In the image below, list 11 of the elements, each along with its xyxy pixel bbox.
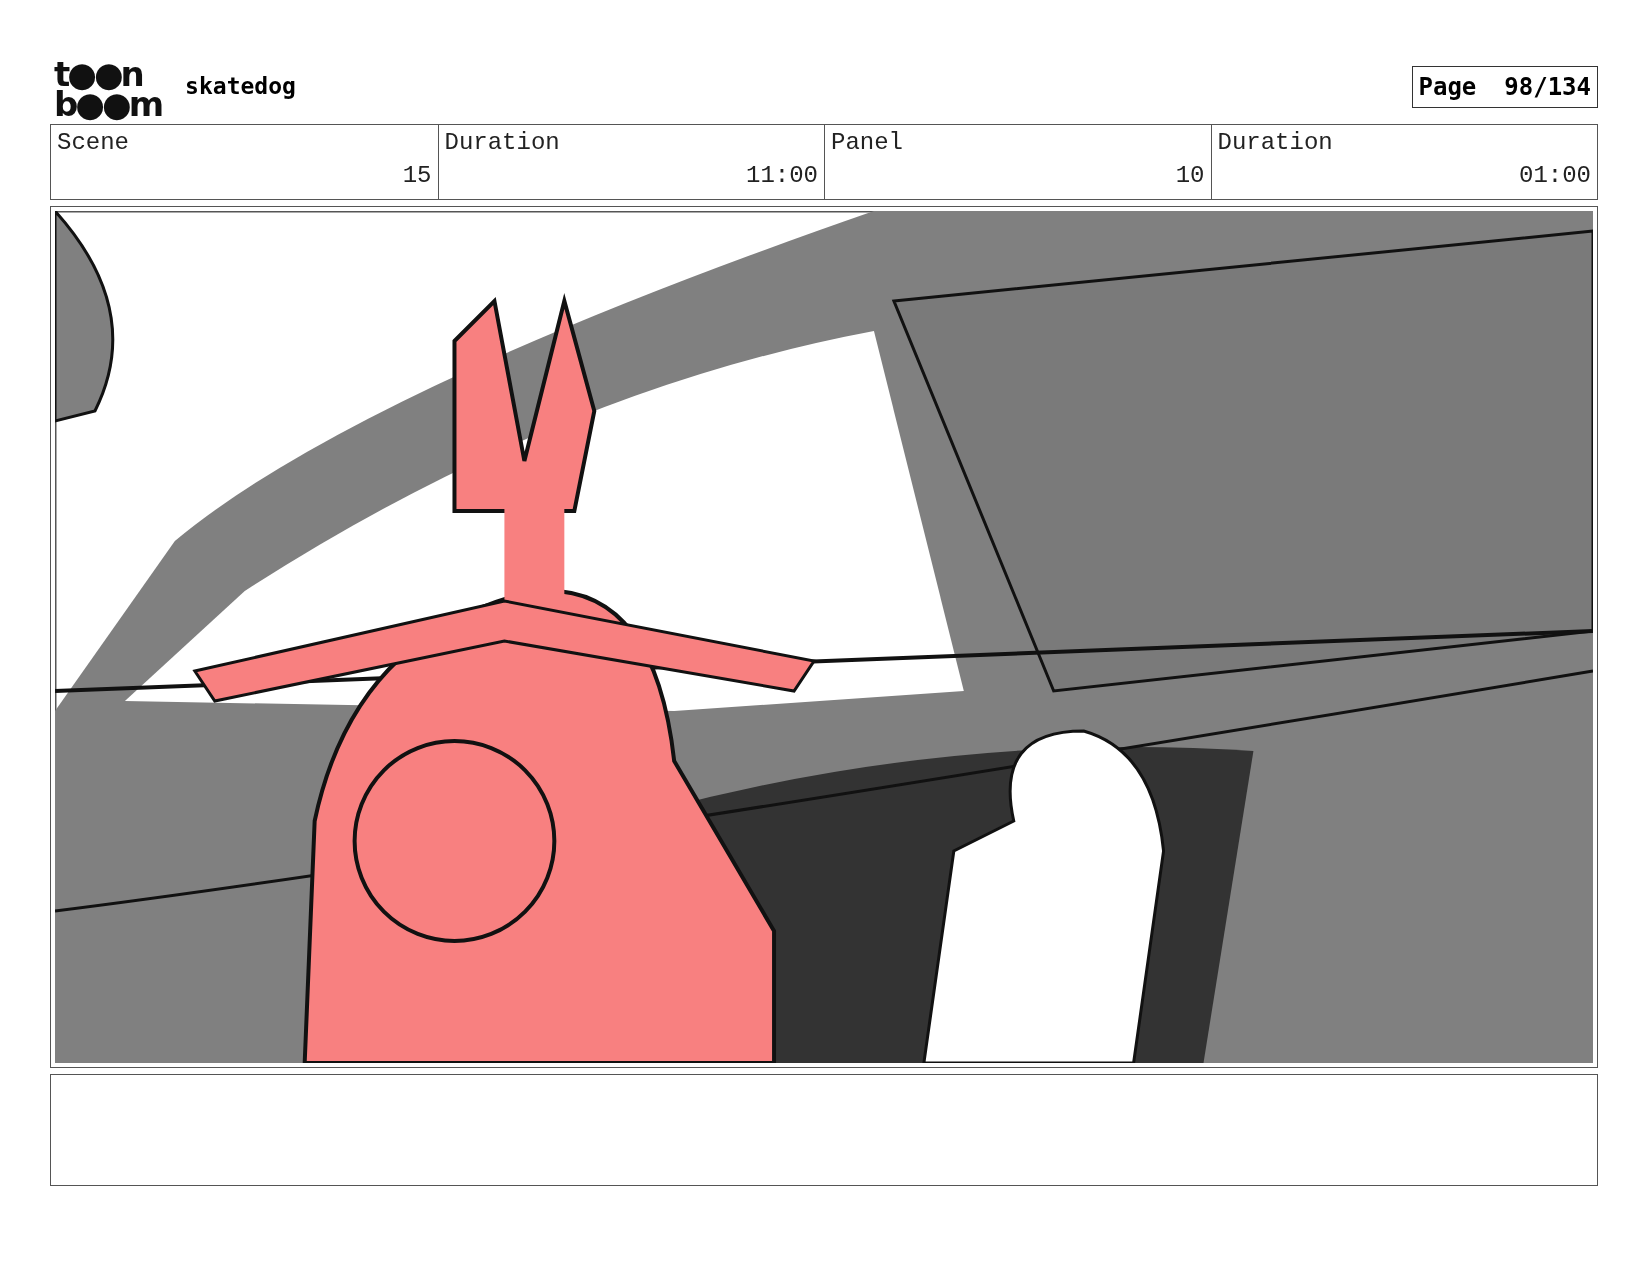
table-cell: 11:00 bbox=[437, 156, 824, 199]
column-header: Panel bbox=[824, 125, 1211, 156]
page-counter: Page 98/134 bbox=[1411, 66, 1598, 108]
table-cell-text: 15 bbox=[401, 161, 433, 191]
project-title: skatedog bbox=[185, 73, 296, 99]
column-header: Duration bbox=[437, 125, 824, 156]
table-cell: 01:00 bbox=[1210, 156, 1597, 199]
logo: t●●n b●●m bbox=[54, 59, 162, 119]
table-cell: 10 bbox=[824, 156, 1211, 199]
column-header: Duration bbox=[1210, 125, 1597, 156]
column-header: Scene bbox=[56, 128, 130, 156]
